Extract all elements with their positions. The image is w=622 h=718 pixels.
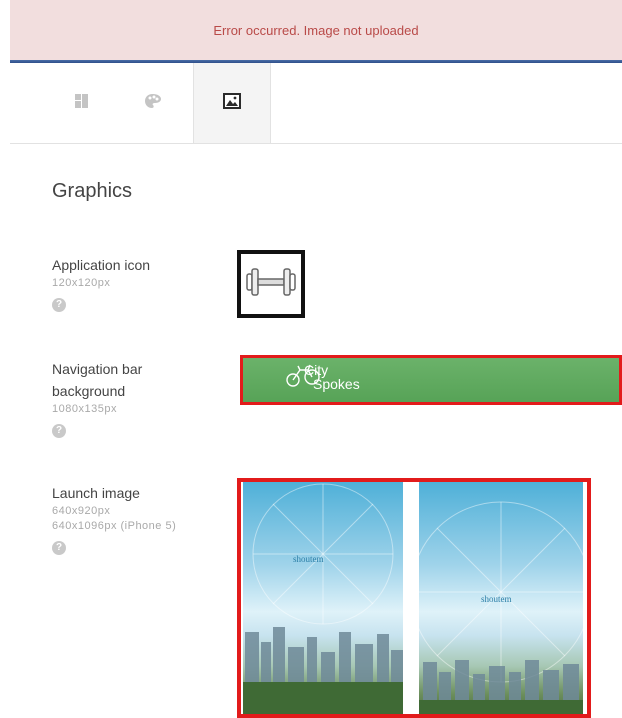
launch-image-standard: shoutem [243, 482, 403, 714]
nav-bar-label-line1: Navigation bar [52, 361, 143, 377]
wheel-graphic [243, 483, 403, 714]
nav-bar-label-line2: background [52, 383, 126, 399]
error-message: Error occurred. Image not uploaded [213, 22, 419, 38]
section-title: Graphics [52, 180, 133, 202]
nav-bar-field: Navigation bar background 1080x135px ? [52, 358, 142, 439]
launch-image-preview[interactable]: shoutem shoutem [237, 478, 591, 718]
help-icon[interactable]: ? [52, 424, 66, 438]
launch-image-iphone5: shoutem [419, 482, 583, 714]
app-icon-label: Application icon [52, 257, 151, 273]
layout-icon [75, 93, 91, 114]
nav-bar-preview[interactable]: City Spokes [240, 355, 622, 405]
nav-preview-text-city: City [304, 362, 329, 378]
error-alert: Error occurred. Image not uploaded [10, 0, 622, 60]
dumbbell-icon [243, 265, 299, 304]
launch-image-size-2: 640x1096px (iPhone 5) [52, 520, 177, 532]
brand-logo-text: shoutem [293, 554, 324, 564]
tab-layout[interactable] [45, 63, 121, 143]
settings-tabs [10, 63, 622, 144]
launch-image-size-1: 640x920px [52, 505, 111, 517]
app-icon-size: 120x120px [52, 277, 111, 289]
help-icon[interactable]: ? [52, 541, 66, 555]
nav-preview-text-spokes: Spokes [313, 376, 360, 392]
tab-graphics[interactable] [193, 63, 271, 143]
launch-image-label: Launch image [52, 485, 140, 501]
launch-image-field: Launch image 640x920px 640x1096px (iPhon… [52, 482, 176, 556]
palette-icon [144, 93, 162, 114]
help-icon[interactable]: ? [52, 298, 66, 312]
app-icon-field: Application icon 120x120px ? [52, 254, 150, 313]
tab-theme[interactable] [115, 63, 191, 143]
brand-logo-text: shoutem [481, 594, 512, 604]
app-icon-preview[interactable] [237, 250, 305, 318]
image-icon [222, 92, 242, 115]
nav-bar-size: 1080x135px [52, 403, 117, 415]
